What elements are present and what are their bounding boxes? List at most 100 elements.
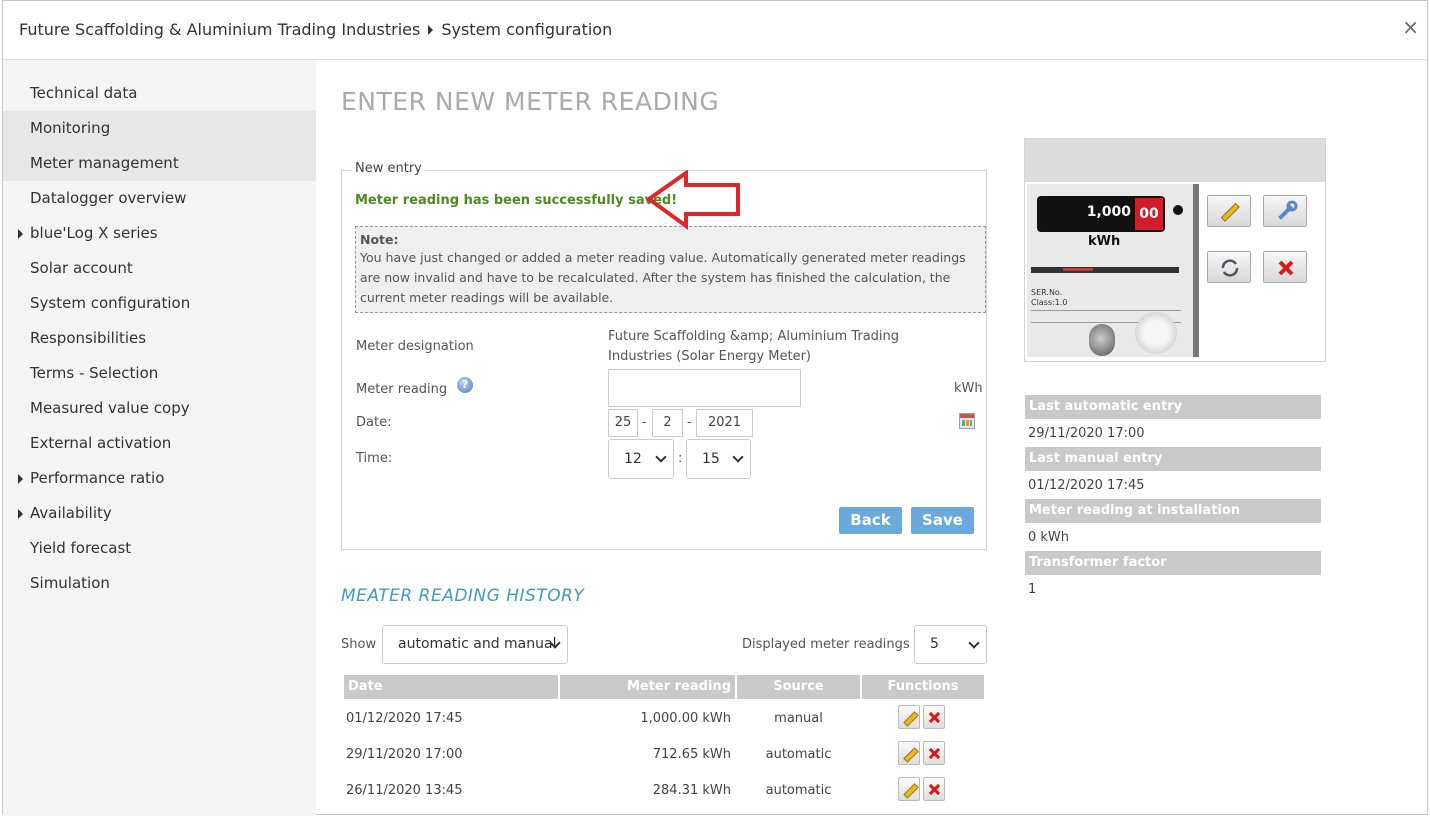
delete-cross-icon[interactable] (923, 705, 945, 729)
help-icon[interactable]: ? (457, 377, 473, 393)
info-installation-label: Meter reading at installation (1025, 499, 1321, 523)
info-transformer-value: 1 (1028, 582, 1037, 597)
sidebar-item-performance-ratio[interactable]: Performance ratio (3, 461, 316, 496)
meter-screw-icon (1089, 324, 1115, 356)
time-hour-value: 12 (624, 451, 642, 467)
history-title: MEATER READING HISTORY (341, 586, 585, 606)
sidebar-item-label: Measured value copy (30, 399, 190, 417)
sidebar-item-label: Solar account (30, 259, 133, 277)
show-label: Show (341, 637, 377, 652)
delete-cross-icon[interactable] (923, 777, 945, 801)
edit-meter-button[interactable] (1207, 195, 1251, 227)
sidebar-item-meter-management[interactable]: Meter management (3, 146, 316, 181)
breadcrumb-company[interactable]: Future Scaffolding & Aluminium Trading I… (19, 20, 420, 39)
time-minute-select[interactable]: 15 (686, 439, 751, 479)
info-installation-value: 0 kWh (1028, 530, 1070, 545)
info-last-manual-label: Last manual entry (1025, 447, 1321, 471)
sidebar-item-bluelog-x-series[interactable]: blue'Log X series (3, 216, 316, 251)
delete-meter-button[interactable] (1263, 251, 1307, 283)
column-header-meter-reading[interactable]: Meter reading (560, 675, 735, 699)
displayed-readings-value: 5 (930, 636, 939, 652)
back-button[interactable]: Back (839, 507, 902, 534)
row-date: 26/11/2020 13:45 (346, 783, 463, 798)
refresh-button[interactable] (1207, 251, 1251, 283)
sidebar-item-label: Responsibilities (30, 329, 147, 347)
expand-arrow-icon (18, 474, 23, 484)
meter-image: 1,000 00 kWh SER.No. Class:1.0 (1027, 184, 1199, 357)
sidebar-item-terms-selection[interactable]: Terms - Selection (3, 356, 316, 391)
unit-label: kWh (954, 381, 983, 396)
chevron-down-icon (655, 451, 667, 463)
calendar-icon[interactable] (959, 413, 975, 429)
meter-sun-logo-icon (1135, 312, 1177, 354)
column-header-source[interactable]: Source (737, 675, 860, 699)
time-minute-value: 15 (702, 451, 720, 467)
row-reading: 284.31 kWh (652, 783, 731, 798)
meter-display-int: 1,000 (1086, 204, 1131, 220)
close-button[interactable]: × (1402, 15, 1419, 39)
time-separator: : (678, 451, 683, 466)
time-hour-select[interactable]: 12 (608, 439, 674, 479)
breadcrumb-page: System configuration (441, 20, 613, 39)
column-header-date[interactable]: Date (344, 675, 558, 699)
row-date: 01/12/2020 17:45 (346, 711, 463, 726)
save-button[interactable]: Save (911, 507, 974, 534)
row-date: 29/11/2020 17:00 (346, 747, 463, 762)
delete-cross-icon[interactable] (923, 741, 945, 765)
time-label: Time: (356, 451, 393, 466)
row-source: automatic (765, 747, 832, 762)
info-transformer-label: Transformer factor (1025, 551, 1321, 575)
meter-led-icon (1173, 205, 1183, 215)
sidebar: Technical data Monitoring Meter manageme… (3, 60, 316, 816)
sidebar-item-yield-forecast[interactable]: Yield forecast (3, 531, 316, 566)
meter-panel-header (1025, 139, 1325, 182)
row-source: manual (774, 711, 823, 726)
meter-display-dec: 00 (1135, 198, 1163, 230)
meter-reading-label: Meter reading (356, 382, 448, 397)
sidebar-item-technical-data[interactable]: Technical data (3, 76, 316, 111)
sidebar-item-availability[interactable]: Availability (3, 496, 316, 531)
sidebar-item-measured-value-copy[interactable]: Measured value copy (3, 391, 316, 426)
breadcrumb: Future Scaffolding & Aluminium Trading I… (19, 20, 612, 39)
edit-pencil-icon[interactable] (898, 777, 920, 801)
displayed-readings-select[interactable]: 5 (914, 625, 987, 664)
chevron-down-icon (732, 451, 744, 463)
edit-pencil-icon[interactable] (898, 705, 920, 729)
modal-window: Future Scaffolding & Aluminium Trading I… (2, 0, 1429, 816)
date-separator: - (687, 415, 692, 430)
sidebar-item-label: blue'Log X series (30, 224, 158, 242)
date-day-input[interactable]: 25 (608, 409, 638, 437)
sidebar-item-simulation[interactable]: Simulation (3, 566, 316, 601)
sidebar-item-responsibilities[interactable]: Responsibilities (3, 321, 316, 356)
sidebar-item-label: External activation (30, 434, 172, 452)
main-content: ENTER NEW METER READING New entry Meter … (316, 60, 1429, 816)
sidebar-item-solar-account[interactable]: Solar account (3, 251, 316, 286)
date-separator: - (642, 415, 647, 430)
meter-settings-button[interactable] (1263, 195, 1307, 227)
sidebar-item-label: Monitoring (30, 119, 111, 137)
sidebar-item-monitoring[interactable]: Monitoring (3, 111, 316, 146)
info-last-automatic-value: 29/11/2020 17:00 (1028, 426, 1145, 441)
info-last-automatic-label: Last automatic entry (1025, 395, 1321, 419)
meter-class: Class:1.0 (1031, 298, 1068, 307)
meter-ser: SER.No. (1031, 288, 1063, 297)
edit-pencil-icon[interactable] (898, 741, 920, 765)
row-source: automatic (765, 783, 832, 798)
sidebar-item-external-activation[interactable]: External activation (3, 426, 316, 461)
annotation-arrow-icon (646, 170, 740, 230)
pencil-icon (1220, 202, 1240, 222)
note-text: You have just changed or added a meter r… (360, 250, 966, 305)
form-legend: New entry (352, 161, 425, 176)
breadcrumb-separator-icon (428, 24, 434, 35)
sidebar-item-label: Meter management (30, 154, 179, 172)
sidebar-item-system-configuration[interactable]: System configuration (3, 286, 316, 321)
meter-divider (1031, 310, 1181, 311)
meter-reading-input[interactable] (608, 369, 801, 407)
row-reading: 1,000.00 kWh (640, 711, 731, 726)
date-year-input[interactable]: 2021 (696, 409, 753, 437)
sidebar-item-datalogger-overview[interactable]: Datalogger overview (3, 181, 316, 216)
show-filter-select[interactable]: automatic and manual (382, 625, 568, 664)
info-last-manual-value: 01/12/2020 17:45 (1028, 478, 1145, 493)
row-reading: 712.65 kWh (652, 747, 731, 762)
date-month-input[interactable]: 2 (652, 409, 683, 437)
